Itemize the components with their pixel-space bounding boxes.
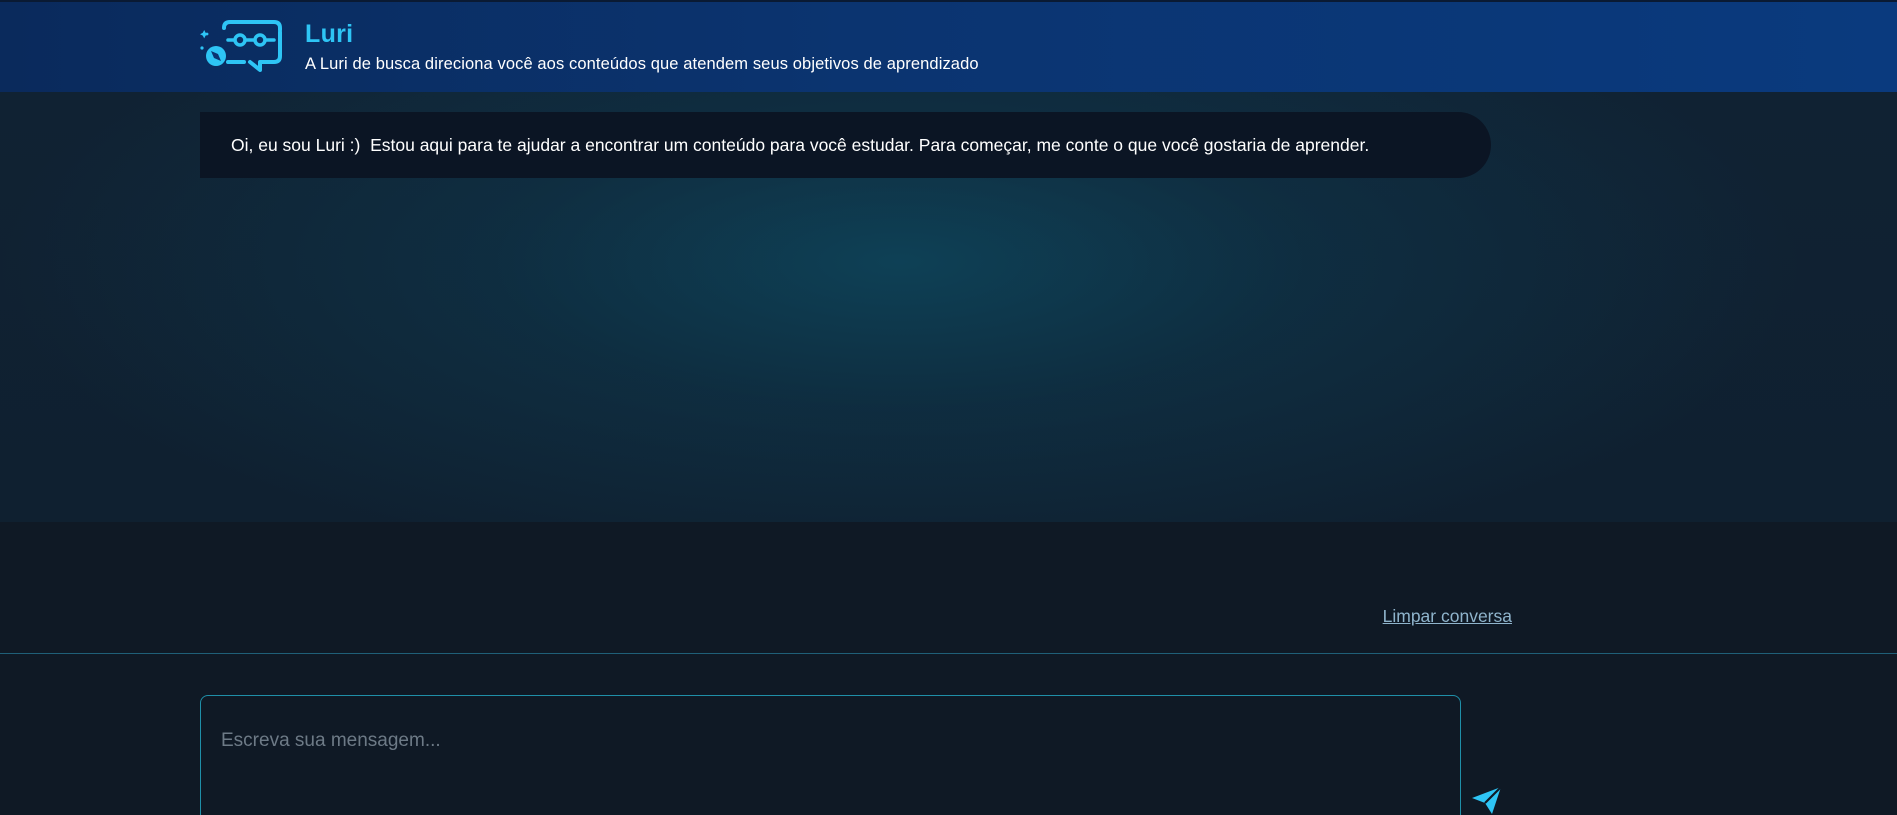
send-icon[interactable] (1470, 785, 1504, 815)
header: Luri A Luri de busca direciona você aos … (0, 0, 1897, 92)
clear-conversation-link[interactable]: Limpar conversa (1383, 606, 1512, 627)
composer-divider (0, 653, 1897, 654)
message-input[interactable] (200, 695, 1461, 815)
app-title: Luri (305, 20, 354, 48)
app-root: Luri A Luri de busca direciona você aos … (0, 0, 1897, 815)
app-subtitle: A Luri de busca direciona você aos conte… (305, 55, 979, 73)
luri-message-bubble: Oi, eu sou Luri :) Estou aqui para te aj… (200, 112, 1491, 178)
chat-bot-compass-icon (200, 20, 282, 72)
chat-area: Oi, eu sou Luri :) Estou aqui para te aj… (0, 92, 1897, 522)
